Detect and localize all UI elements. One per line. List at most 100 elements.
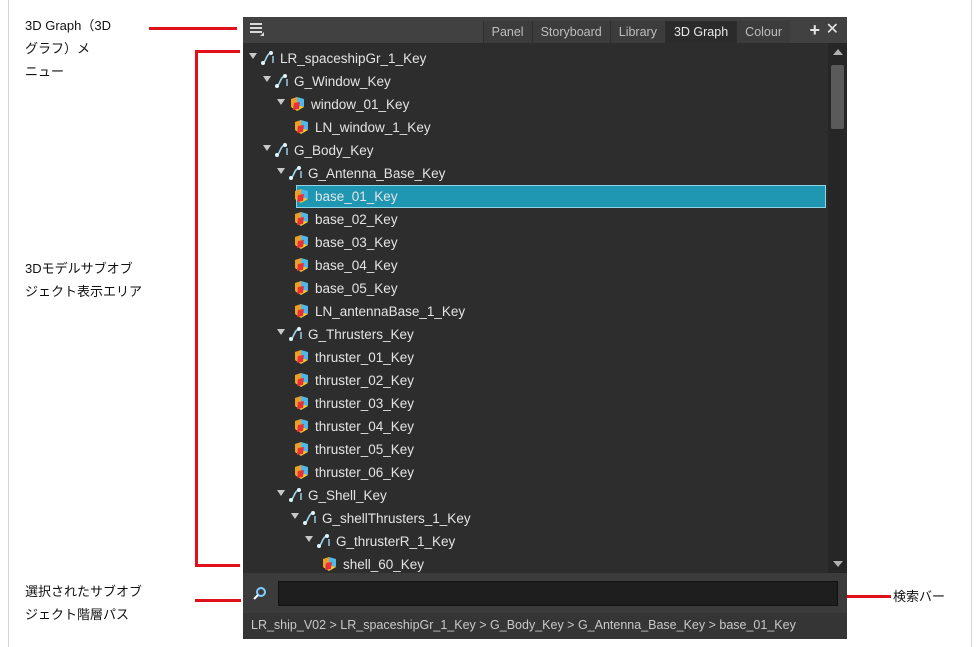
group-node-icon [260, 50, 276, 66]
tree-row[interactable]: LN_window_1_Key [243, 116, 828, 139]
tree-row[interactable]: G_Shell_Key [243, 484, 828, 507]
tree-row-label: thruster_04_Key [315, 419, 415, 434]
search-input[interactable] [278, 581, 838, 606]
group-node-icon [274, 142, 290, 158]
tab-library[interactable]: Library [609, 21, 665, 43]
tree-row[interactable]: thruster_04_Key [243, 415, 828, 438]
tree-row-label: thruster_01_Key [315, 350, 415, 365]
tree-row[interactable]: base_03_Key [243, 231, 828, 254]
tree-row[interactable]: base_05_Key [243, 277, 828, 300]
display-area-annotation: 3Dモデルサブオブ ジェクト表示エリア [25, 261, 143, 299]
scroll-thumb[interactable] [831, 65, 844, 129]
expand-arrow-icon[interactable] [291, 513, 299, 519]
scroll-up-arrow-icon[interactable] [833, 49, 843, 55]
scroll-down-arrow-icon[interactable] [833, 561, 843, 567]
tree-row-label: G_thrusterR_1_Key [336, 534, 456, 549]
mesh-node-icon [293, 441, 309, 457]
close-panel-button[interactable]: ✕ [826, 19, 839, 41]
tab-3d-graph[interactable]: 3D Graph [664, 21, 737, 43]
tree-scrollbar[interactable] [828, 43, 847, 573]
tree-row-label: base_05_Key [315, 281, 398, 296]
tree-row[interactable]: base_02_Key [243, 208, 828, 231]
group-node-icon [316, 533, 332, 549]
tree-row[interactable]: thruster_05_Key [243, 438, 828, 461]
tree-row[interactable]: G_thrusterR_1_Key [243, 530, 828, 553]
tree-row-label: thruster_03_Key [315, 396, 415, 411]
tree-row[interactable]: shell_60_Key [243, 553, 828, 573]
expand-arrow-icon[interactable] [263, 145, 271, 151]
tree-row[interactable]: base_04_Key [243, 254, 828, 277]
group-node-icon [288, 326, 304, 342]
tree-row[interactable]: thruster_03_Key [243, 392, 828, 415]
tree-row-label: window_01_Key [311, 97, 410, 112]
mesh-node-icon [293, 280, 309, 296]
mesh-node-icon [293, 349, 309, 365]
tree-row[interactable]: G_Thrusters_Key [243, 323, 828, 346]
search-annotation-pointer [847, 595, 891, 598]
tab-bar: Panel Storyboard Library 3D Graph Colour + ✕ [243, 17, 847, 43]
tree-row[interactable]: thruster_02_Key [243, 369, 828, 392]
mesh-node-icon [321, 556, 337, 572]
path-annotation-pointer [195, 599, 241, 602]
path-annotation: 選択されたサブオブ ジェクト階層パス [25, 584, 143, 622]
tab-storyboard[interactable]: Storyboard [531, 21, 610, 43]
tree-row-label: G_Body_Key [294, 143, 374, 158]
mesh-node-icon [293, 395, 309, 411]
expand-arrow-icon[interactable] [277, 490, 285, 496]
subobject-tree: LR_spaceshipGr_1_Key G_Window_Key window_0… [243, 43, 828, 573]
expand-arrow-icon[interactable] [305, 536, 313, 542]
mesh-node-icon [293, 234, 309, 250]
3d-graph-panel: Panel Storyboard Library 3D Graph Colour + ✕… [243, 17, 847, 639]
tree-row-label: G_Window_Key [294, 74, 391, 89]
tree-row-label: LR_spaceshipGr_1_Key [280, 51, 427, 66]
add-tab-button[interactable]: + [809, 19, 820, 41]
frame-left-line [8, 0, 9, 647]
tree-row-label: LN_window_1_Key [315, 120, 431, 135]
expand-arrow-icon[interactable] [263, 76, 271, 82]
display-area-bracket-top [195, 50, 240, 53]
mesh-node-icon [293, 119, 309, 135]
tree-row[interactable]: G_shellThrusters_1_Key [243, 507, 828, 530]
tree-row-label: base_03_Key [315, 235, 398, 250]
tree-row[interactable]: base_01_Key [243, 185, 828, 208]
tab-colour[interactable]: Colour [736, 21, 790, 43]
search-icon [253, 586, 267, 600]
frame-right-line [971, 0, 972, 647]
tree-row-label: base_04_Key [315, 258, 398, 273]
tree-row[interactable]: G_Window_Key [243, 70, 828, 93]
menu-annotation: 3D Graph（3D グラフ）メ ニュー [25, 18, 111, 79]
hierarchy-path-bar: LR_ship_V02 > LR_spaceshipGr_1_Key > G_B… [243, 613, 847, 639]
tree-row-label: G_Antenna_Base_Key [308, 166, 446, 181]
hierarchy-path-text: LR_ship_V02 > LR_spaceshipGr_1_Key > G_B… [251, 618, 796, 632]
tree-row[interactable]: G_Body_Key [243, 139, 828, 162]
mesh-node-icon [293, 418, 309, 434]
mesh-node-icon [293, 211, 309, 227]
tree-row-label: thruster_05_Key [315, 442, 415, 457]
expand-arrow-icon[interactable] [277, 168, 285, 174]
tab-panel[interactable]: Panel [482, 21, 532, 43]
expand-arrow-icon[interactable] [249, 53, 257, 59]
group-node-icon [288, 487, 304, 503]
tree-row-label: thruster_06_Key [315, 465, 415, 480]
mesh-node-icon [289, 96, 305, 112]
group-node-icon [288, 165, 304, 181]
menu-annotation-pointer [149, 27, 237, 30]
display-area-bracket-bottom [195, 564, 240, 567]
tree-row[interactable]: G_Antenna_Base_Key [243, 162, 828, 185]
tree-row[interactable]: LR_spaceshipGr_1_Key [243, 47, 828, 70]
tree-row[interactable]: window_01_Key [243, 93, 828, 116]
mesh-node-icon [293, 188, 309, 204]
panel-menu-icon[interactable] [249, 20, 265, 38]
tree-row[interactable]: thruster_06_Key [243, 461, 828, 484]
tree-row-label: G_Thrusters_Key [308, 327, 414, 342]
tree-row-label: base_02_Key [315, 212, 398, 227]
tab-strip: Panel Storyboard Library 3D Graph Colour [482, 21, 790, 43]
tree-row[interactable]: thruster_01_Key [243, 346, 828, 369]
tree-row-label: G_Shell_Key [308, 488, 387, 503]
group-node-icon [274, 73, 290, 89]
tree-row-label: LN_antennaBase_1_Key [315, 304, 466, 319]
mesh-node-icon [293, 372, 309, 388]
expand-arrow-icon[interactable] [277, 99, 285, 105]
tree-row[interactable]: LN_antennaBase_1_Key [243, 300, 828, 323]
expand-arrow-icon[interactable] [277, 329, 285, 335]
